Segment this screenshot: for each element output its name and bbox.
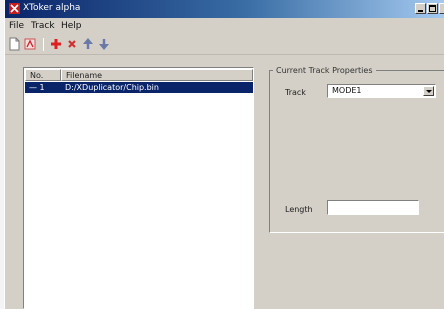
new-icon[interactable] (7, 37, 21, 51)
length-label: Length (285, 205, 313, 214)
open-icon[interactable] (23, 37, 37, 51)
track-mode-value: MODE1 (332, 86, 362, 95)
menu-track[interactable]: Track (31, 21, 55, 31)
toolbar (5, 35, 444, 55)
maximize-icon (429, 5, 436, 12)
minimize-icon (418, 10, 423, 12)
close-button[interactable] (439, 3, 444, 14)
dropdown-button[interactable] (423, 86, 434, 96)
app-icon (9, 3, 20, 14)
maximize-button[interactable] (427, 3, 438, 14)
main-window: XToker alpha File Track Help No. Filenam… (4, 0, 444, 309)
toolbar-separator (43, 38, 44, 51)
length-input[interactable] (327, 200, 419, 215)
list-header: No. Filename (25, 69, 253, 81)
chevron-down-icon (426, 90, 432, 93)
move-up-icon[interactable] (81, 37, 95, 51)
title-bar[interactable]: XToker alpha (5, 0, 444, 18)
add-icon[interactable] (49, 37, 63, 51)
list-item[interactable]: — 1 D:/XDuplicator/Chip.bin (25, 82, 253, 93)
window-title: XToker alpha (23, 3, 81, 13)
minimize-button[interactable] (415, 3, 426, 14)
track-number: — 1 (29, 83, 45, 92)
remove-icon[interactable] (65, 37, 79, 51)
track-filename: D:/XDuplicator/Chip.bin (65, 83, 159, 92)
column-header-no[interactable]: No. (25, 69, 61, 81)
menu-bar: File Track Help (5, 19, 444, 34)
track-properties-title: Current Track Properties (273, 66, 376, 75)
file-list[interactable]: No. Filename — 1 D:/XDuplicator/Chip.bin (23, 67, 254, 309)
track-mode-select[interactable]: MODE1 (327, 84, 436, 98)
column-header-filename[interactable]: Filename (61, 69, 253, 81)
menu-file[interactable]: File (9, 21, 24, 31)
menu-help[interactable]: Help (61, 21, 82, 31)
track-label: Track (285, 88, 306, 97)
move-down-icon[interactable] (97, 37, 111, 51)
